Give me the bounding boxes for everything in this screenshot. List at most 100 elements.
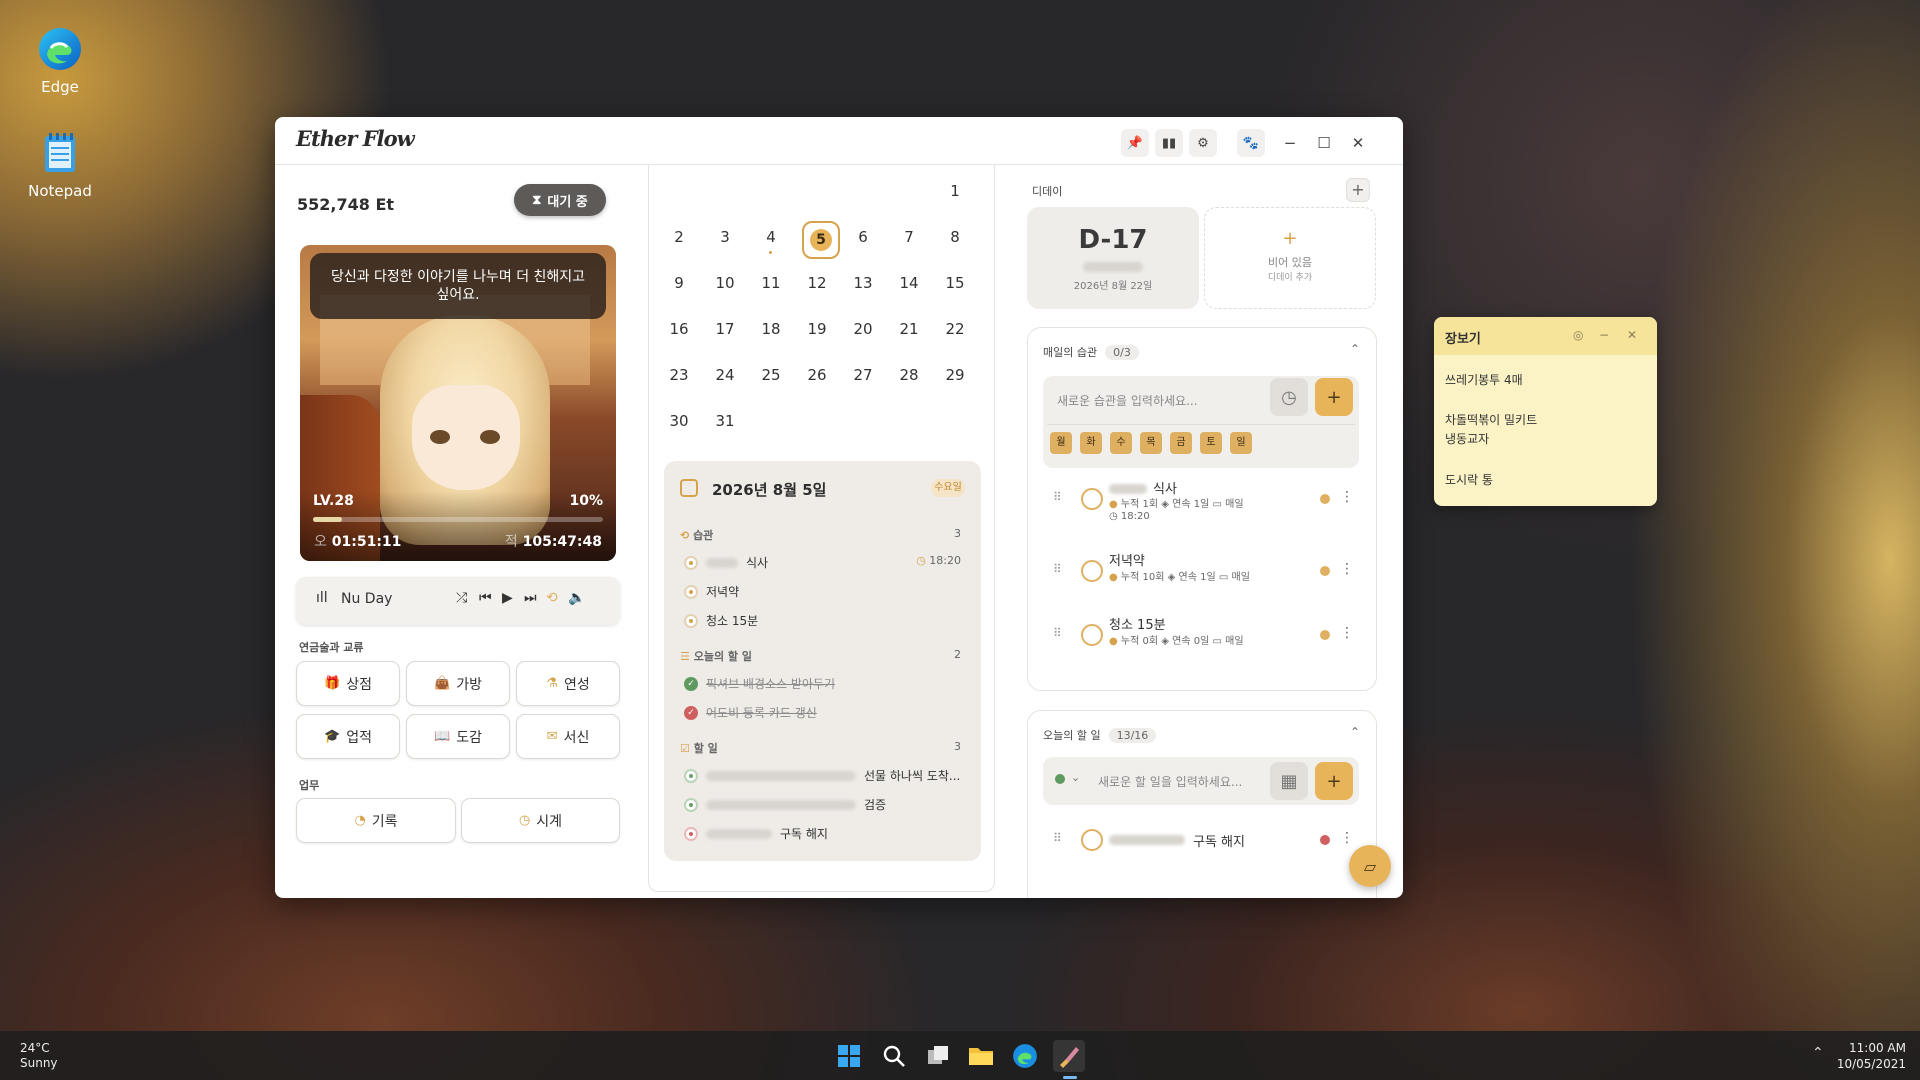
empty-dday-slot[interactable]: + 비어 있음 디데이 추가 <box>1204 207 1376 309</box>
palette-icon[interactable]: ◎ <box>1573 328 1583 342</box>
calendar-day[interactable]: 26 <box>799 366 835 384</box>
date-button[interactable]: ▦ <box>1270 762 1308 800</box>
calendar-day[interactable]: 3 <box>707 228 743 246</box>
play-button[interactable]: ▶ <box>502 590 513 606</box>
habit-check[interactable] <box>684 613 698 628</box>
calendar-day[interactable]: 4 <box>753 228 789 246</box>
more-icon[interactable]: ⋮ <box>1340 625 1354 641</box>
calendar-day[interactable]: 14 <box>891 274 927 292</box>
settings-button[interactable]: ⚙ <box>1189 129 1217 157</box>
habit-check[interactable] <box>684 555 698 570</box>
alchemy-button[interactable]: ⚗ 연성 <box>516 661 620 706</box>
more-icon[interactable]: ⋮ <box>1340 830 1354 846</box>
agenda-habit[interactable]: 청소 15분 <box>684 612 758 629</box>
start-button[interactable] <box>833 1040 865 1072</box>
dday-card[interactable]: D-17 2026년 8월 22일 <box>1027 207 1199 309</box>
close-button[interactable]: ✕ <box>1344 129 1372 157</box>
calendar-day[interactable]: 24 <box>707 366 743 384</box>
calendar-day[interactable]: 13 <box>845 274 881 292</box>
weekday-toggle[interactable]: 월 <box>1050 432 1072 454</box>
todo-input[interactable]: 새로운 할 일을 입력하세요... <box>1098 773 1242 790</box>
habit-check[interactable] <box>1081 624 1103 646</box>
weekday-toggle[interactable]: 금 <box>1170 432 1192 454</box>
repeat-button[interactable]: ⟲ <box>546 590 558 606</box>
habit-check[interactable] <box>684 584 698 599</box>
calendar-day[interactable]: 17 <box>707 320 743 338</box>
desktop-icon-edge[interactable]: Edge <box>20 26 100 96</box>
drag-handle-icon[interactable]: ⠿ <box>1053 831 1062 845</box>
agenda-task[interactable]: 선물 하나씩 도착... <box>684 767 960 784</box>
calendar-day[interactable]: 25 <box>753 366 789 384</box>
weekday-toggle[interactable]: 화 <box>1080 432 1102 454</box>
character-view[interactable]: 당신과 다정한 이야기를 나누며 더 친해지고 싶어요. LV.28 10% 오… <box>300 245 616 561</box>
achievements-button[interactable]: 🎓 업적 <box>296 714 400 759</box>
ether-flow-taskbar-button[interactable] <box>1053 1040 1085 1072</box>
check-icon[interactable]: ✓ <box>684 676 698 691</box>
drag-handle-icon[interactable]: ⠿ <box>1053 626 1062 640</box>
file-explorer-button[interactable] <box>965 1040 997 1072</box>
collapse-button[interactable]: ⌃ <box>1350 725 1360 739</box>
calendar-day[interactable]: 22 <box>937 320 973 338</box>
agenda-habit[interactable]: 식사 <box>684 554 768 571</box>
agenda-task[interactable]: 구독 해지 <box>684 825 828 842</box>
calendar-day[interactable]: 27 <box>845 366 881 384</box>
calendar-day[interactable]: 23 <box>661 366 697 384</box>
calendar-day[interactable]: 9 <box>661 274 697 292</box>
drag-handle-icon[interactable]: ⠿ <box>1053 562 1062 576</box>
calendar-day[interactable]: 8 <box>937 228 973 246</box>
time-button[interactable]: ◷ <box>1270 378 1308 416</box>
search-button[interactable] <box>878 1040 910 1072</box>
collection-button[interactable]: 📖 도감 <box>406 714 510 759</box>
calendar-day[interactable]: 2 <box>661 228 697 246</box>
bag-button[interactable]: 👜 가방 <box>406 661 510 706</box>
clock-button[interactable]: ◷ 시계 <box>461 798 620 843</box>
calendar-day[interactable]: 31 <box>707 412 743 430</box>
calendar-day[interactable]: 15 <box>937 274 973 292</box>
book-button[interactable]: ▮▮ <box>1155 129 1183 157</box>
calendar-day[interactable]: 20 <box>845 320 881 338</box>
maximize-button[interactable]: ☐ <box>1310 129 1338 157</box>
weekday-toggle[interactable]: 수 <box>1110 432 1132 454</box>
todo-check[interactable] <box>1081 829 1103 851</box>
desktop-icon-notepad[interactable]: Notepad <box>20 130 100 200</box>
calendar-day[interactable]: 11 <box>753 274 789 292</box>
todo-row[interactable]: ⠿ 구독 해지 ⋮ <box>1043 829 1359 889</box>
task-check[interactable] <box>684 797 698 812</box>
calendar-day[interactable]: 30 <box>661 412 697 430</box>
calendar-day[interactable]: 7 <box>891 228 927 246</box>
sticky-note[interactable]: 장보기 ◎ − ✕ 쓰레기봉투 4매 차돌떡볶이 밀키트 냉동교자 도시락 통 <box>1434 317 1657 506</box>
status-button[interactable]: ⧗ 대기 중 <box>514 184 606 216</box>
habit-row[interactable]: ⠿ 청소 15분 ● 누적 0회 ◈ 연속 0일 ▭ 매일 ⋮ <box>1043 614 1359 674</box>
next-button[interactable]: ⏭ <box>524 590 537 606</box>
calendar-day[interactable]: 6 <box>845 228 881 246</box>
habit-check[interactable] <box>1081 488 1103 510</box>
habit-row[interactable]: ⠿ 저녁약 ● 누적 10회 ◈ 연속 1일 ▭ 매일 ⋮ <box>1043 550 1359 610</box>
weather-widget[interactable]: 24°C Sunny <box>20 1041 58 1071</box>
priority-dot[interactable] <box>1055 774 1065 784</box>
calendar-day[interactable]: 29 <box>937 366 973 384</box>
minimize-button[interactable]: − <box>1276 129 1304 157</box>
check-icon[interactable]: ✓ <box>684 705 698 720</box>
shuffle-button[interactable]: ⤮ <box>456 590 467 606</box>
minimize-icon[interactable]: − <box>1599 328 1609 342</box>
calendar-day[interactable]: 21 <box>891 320 927 338</box>
habit-check[interactable] <box>1081 560 1103 582</box>
chevron-up-icon[interactable]: ⌃ <box>1812 1045 1824 1061</box>
weekday-toggle[interactable]: 목 <box>1140 432 1162 454</box>
previous-button[interactable]: ⏮ <box>479 590 492 606</box>
agenda-habit[interactable]: 저녁약 <box>684 583 739 600</box>
pet-button[interactable]: 🐾 <box>1237 129 1265 157</box>
task-check[interactable] <box>684 768 698 783</box>
agenda-task[interactable]: 검증 <box>684 796 886 813</box>
task-check[interactable] <box>684 826 698 841</box>
calendar-day[interactable]: 1 <box>937 182 973 200</box>
calendar-day[interactable]: 18 <box>753 320 789 338</box>
more-icon[interactable]: ⋮ <box>1340 489 1354 505</box>
calendar-day[interactable]: 10 <box>707 274 743 292</box>
calendar-day-selected[interactable]: 5 <box>802 221 840 259</box>
add-habit-button[interactable]: + <box>1315 378 1353 416</box>
shop-button[interactable]: 🎁 상점 <box>296 661 400 706</box>
pin-button[interactable]: 📌 <box>1121 129 1149 157</box>
drag-handle-icon[interactable]: ⠿ <box>1053 490 1062 504</box>
habit-row[interactable]: ⠿ 식사 ● 누적 1회 ◈ 연속 1일 ▭ 매일 ◷ 18:20 ⋮ <box>1043 480 1359 540</box>
